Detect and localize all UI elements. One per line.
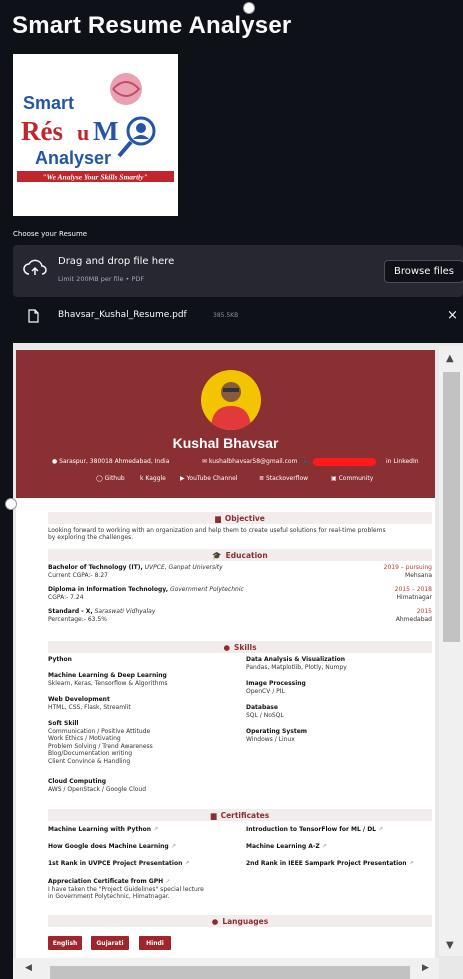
logo-text-resume-b: u xyxy=(77,120,89,145)
certificate-icon: ▆ xyxy=(210,810,217,820)
objective-icon: ▆ xyxy=(215,513,221,523)
uploaded-file-size: 385.5KB xyxy=(213,312,239,319)
education-2-dates: 2015 – 2018 Himatnagar xyxy=(394,586,432,601)
scroll-left-icon[interactable]: ◀ xyxy=(25,963,32,973)
skill-os: Operating System Windows / Linux xyxy=(246,728,308,743)
linkedin-link[interactable]: in LinkedIn xyxy=(386,458,419,465)
remove-file-button[interactable]: × xyxy=(447,308,458,323)
uploader-label: Choose your Resume xyxy=(13,230,88,238)
section-languages: ● Languages xyxy=(48,915,432,927)
horizontal-scroll-thumb[interactable] xyxy=(50,966,410,979)
skill-soft: Soft Skill Communication / Positive Attit… xyxy=(48,720,153,765)
phone-redaction xyxy=(313,458,376,466)
education-3-dates: 2015 Ahmedabad xyxy=(395,608,432,623)
dropzone-limit: Limit 200MB per file • PDF xyxy=(58,275,145,283)
streamlit-app: Smart Resume Analyser Smart Rés u M Anal… xyxy=(0,0,463,979)
certificate-2[interactable]: Introduction to TensorFlow for ML / DL ↗ xyxy=(246,826,383,834)
section-education: 🎓 Education xyxy=(48,549,432,561)
skill-python: Python xyxy=(48,656,72,663)
scroll-down-icon[interactable]: ▼ xyxy=(446,940,454,951)
resize-handle[interactable] xyxy=(5,498,17,510)
language-badge: Gujarati xyxy=(91,936,129,950)
language-badge: Hindi xyxy=(139,936,171,950)
scroll-up-icon[interactable]: ▲ xyxy=(446,353,454,364)
skill-cloud: Cloud Computing AWS / OpenStack / Google … xyxy=(48,778,147,793)
uploaded-file-row: Bhavsar_Kushal_Resume.pdf 385.5KB × xyxy=(13,302,463,330)
kaggle-link[interactable]: k Kaggle xyxy=(140,475,166,482)
app-logo: Smart Rés u M Analyser "We Analyse Your … xyxy=(13,54,178,216)
skill-data-analysis: Data Analysis & Visualization Pandas, Mat… xyxy=(246,656,347,671)
external-link-icon: ↗ xyxy=(165,878,171,885)
resume-page: Kushal Bhavsar ● Saraspur, 380018 Ahmeda… xyxy=(16,350,435,979)
resume-name: Kushal Bhavsar xyxy=(172,435,279,451)
external-link-icon: ↗ xyxy=(321,843,327,850)
email-text: ✉ kushalbhavsar58@gmail.com xyxy=(202,458,298,465)
external-link-icon: ↗ xyxy=(153,826,159,833)
file-dropzone[interactable]: Drag and drop file here Limit 200MB per … xyxy=(13,245,463,297)
skill-web: Web Development HTML, CSS, Flask, Streaml… xyxy=(48,696,131,711)
vertical-scroll-thumb[interactable] xyxy=(443,372,460,642)
pdf-viewer[interactable]: Kushal Bhavsar ● Saraspur, 380018 Ahmeda… xyxy=(13,343,463,979)
skill-ml: Machine Learning & Deep Learning Sklearn,… xyxy=(48,672,168,687)
brain-icon: ● xyxy=(223,642,230,652)
external-link-icon: ↗ xyxy=(378,826,384,833)
education-3: Standard - X, Saraswati Vidhyalay Percent… xyxy=(48,608,156,623)
external-link-icon: ↗ xyxy=(184,860,190,867)
cloud-upload-icon xyxy=(23,259,47,281)
uploaded-file-name: Bhavsar_Kushal_Resume.pdf xyxy=(58,310,187,320)
logo-tagline: "We Analyse Your Skills Smartly" xyxy=(42,173,147,182)
education-1: Bachelor of Technology (IT), UVPCE, Ganp… xyxy=(48,564,223,579)
section-certificates: ▆ Certificates xyxy=(48,809,432,821)
address-text: ● Saraspur, 380018 Ahmedabad, India xyxy=(52,458,170,465)
github-link[interactable]: ◯ Github xyxy=(96,475,125,482)
skill-image-processing: Image Processing OpenCV / PIL xyxy=(246,680,306,695)
dropzone-instructions: Drag and drop file here xyxy=(58,256,175,267)
language-badge: English xyxy=(48,936,82,950)
language-icon: ● xyxy=(211,916,219,926)
objective-text-2: by exploring the challenges. xyxy=(48,534,134,541)
logo-image: Smart Rés u M Analyser "We Analyse Your … xyxy=(17,73,174,182)
certificate-6[interactable]: 2nd Rank in IEEE Sampark Project Present… xyxy=(246,860,414,868)
scroll-right-icon[interactable]: ▶ xyxy=(422,963,429,973)
certificate-3[interactable]: How Google does Machine Learning ↗ xyxy=(48,843,176,851)
browse-files-button[interactable]: Browse files xyxy=(384,260,463,283)
file-icon xyxy=(28,308,39,327)
logo-text-resume-a: Rés xyxy=(21,116,63,146)
profile-photo xyxy=(201,370,261,430)
skill-database: Database SQL / NoSQL xyxy=(246,704,284,719)
brain-icon xyxy=(110,73,142,105)
external-link-icon: ↗ xyxy=(170,843,176,850)
youtube-link[interactable]: ▶ YouTube Channel xyxy=(180,475,237,482)
certificate-4[interactable]: Machine Learning A-Z ↗ xyxy=(246,843,327,851)
logo-text-smart: Smart xyxy=(23,93,74,113)
certificate-1[interactable]: Machine Learning with Python ↗ xyxy=(48,826,158,834)
certificate-gph: Appreciation Certificate from GPH ↗ I hav… xyxy=(48,878,204,900)
app-title: Smart Resume Analyser xyxy=(12,12,292,39)
section-skills: ● Skills xyxy=(48,641,432,653)
phone-icon: 📞 xyxy=(302,458,310,465)
logo-text-analyser: Analyser xyxy=(35,148,111,168)
section-objective: ▆ Objective xyxy=(48,512,432,524)
education-1-dates: 2019 – pursuing Mehsana xyxy=(383,564,432,579)
certificate-5[interactable]: 1st Rank in UVPCE Project Presentation ↗ xyxy=(48,860,189,868)
graduation-cap-icon: 🎓 xyxy=(212,550,222,560)
stackoverflow-link[interactable]: ≣ Stackoverflow xyxy=(259,475,308,482)
community-link[interactable]: ▣ Community xyxy=(331,475,373,482)
logo-text-resume-c: M xyxy=(93,116,118,146)
education-2: Diploma in Information Technology, Gover… xyxy=(48,586,244,601)
resize-handle[interactable] xyxy=(243,2,255,14)
external-link-icon: ↗ xyxy=(408,860,414,867)
